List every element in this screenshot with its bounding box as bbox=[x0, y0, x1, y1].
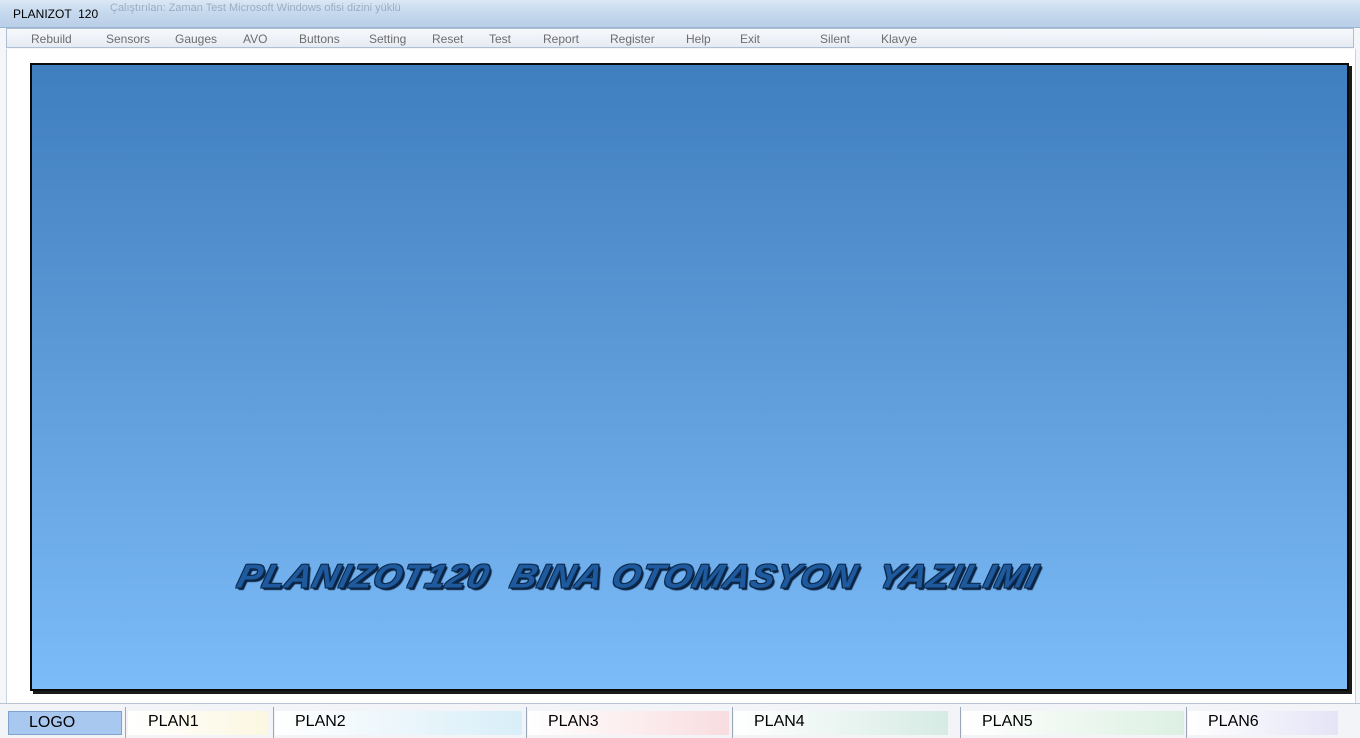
banner-title: PLANIZOT120 BINA OTOMASYON YAZILIMI bbox=[233, 557, 1043, 595]
tab-plan4-label: PLAN4 bbox=[754, 713, 805, 730]
menu-item-rebuild[interactable]: Rebuild bbox=[31, 32, 72, 46]
app-window: Çalıştırılan: Zaman Test Microsoft Windo… bbox=[0, 0, 1360, 738]
menu-item-buttons[interactable]: Buttons bbox=[299, 32, 340, 46]
tab-plan3-label: PLAN3 bbox=[548, 713, 599, 730]
menu-item-silent[interactable]: Silent bbox=[820, 32, 850, 46]
title-bar[interactable]: Çalıştırılan: Zaman Test Microsoft Windo… bbox=[0, 0, 1360, 28]
title-bar-ghost-text: Çalıştırılan: Zaman Test Microsoft Windo… bbox=[110, 2, 401, 14]
tab-plan3[interactable]: PLAN3 bbox=[528, 711, 729, 735]
tab-plan2[interactable]: PLAN2 bbox=[275, 711, 522, 735]
tab-plan2-label: PLAN2 bbox=[295, 713, 346, 730]
tab-plan6[interactable]: PLAN6 bbox=[1188, 711, 1338, 735]
menu-item-register[interactable]: Register bbox=[610, 32, 655, 46]
menu-item-test[interactable]: Test bbox=[489, 32, 511, 46]
menu-item-avo[interactable]: AVO bbox=[243, 32, 267, 46]
main-display-panel: PLANIZOT120 BINA OTOMASYON YAZILIMI bbox=[30, 63, 1349, 691]
menu-bar: Rebuild Sensors Gauges AVO Buttons Setti… bbox=[6, 28, 1354, 48]
menu-item-exit[interactable]: Exit bbox=[740, 32, 760, 46]
tab-logo[interactable]: LOGO bbox=[8, 711, 122, 735]
tab-plan4[interactable]: PLAN4 bbox=[734, 711, 948, 735]
tab-separator bbox=[732, 707, 733, 738]
tab-plan5[interactable]: PLAN5 bbox=[962, 711, 1184, 735]
tab-logo-label: LOGO bbox=[29, 714, 76, 731]
menu-item-klavye[interactable]: Klavye bbox=[881, 32, 917, 46]
menu-item-report[interactable]: Report bbox=[543, 32, 579, 46]
menu-item-gauges[interactable]: Gauges bbox=[175, 32, 217, 46]
menu-item-setting[interactable]: Setting bbox=[369, 32, 406, 46]
tab-plan1-label: PLAN1 bbox=[148, 713, 199, 730]
menu-item-sensors[interactable]: Sensors bbox=[106, 32, 150, 46]
tab-separator bbox=[125, 707, 126, 738]
menu-item-reset[interactable]: Reset bbox=[432, 32, 463, 46]
tab-plan1[interactable]: PLAN1 bbox=[128, 711, 268, 735]
tab-plan6-label: PLAN6 bbox=[1208, 713, 1259, 730]
menu-item-help[interactable]: Help bbox=[686, 32, 711, 46]
tab-separator bbox=[1186, 707, 1187, 738]
tab-separator bbox=[960, 707, 961, 738]
window-title: PLANIZOT 120 bbox=[13, 7, 99, 21]
plan-tab-bar: LOGO PLAN1 PLAN2 PLAN3 PLAN4 PLAN5 PLAN6 bbox=[0, 703, 1360, 738]
tab-separator bbox=[526, 707, 527, 738]
tab-separator bbox=[273, 707, 274, 738]
tab-plan5-label: PLAN5 bbox=[982, 713, 1033, 730]
